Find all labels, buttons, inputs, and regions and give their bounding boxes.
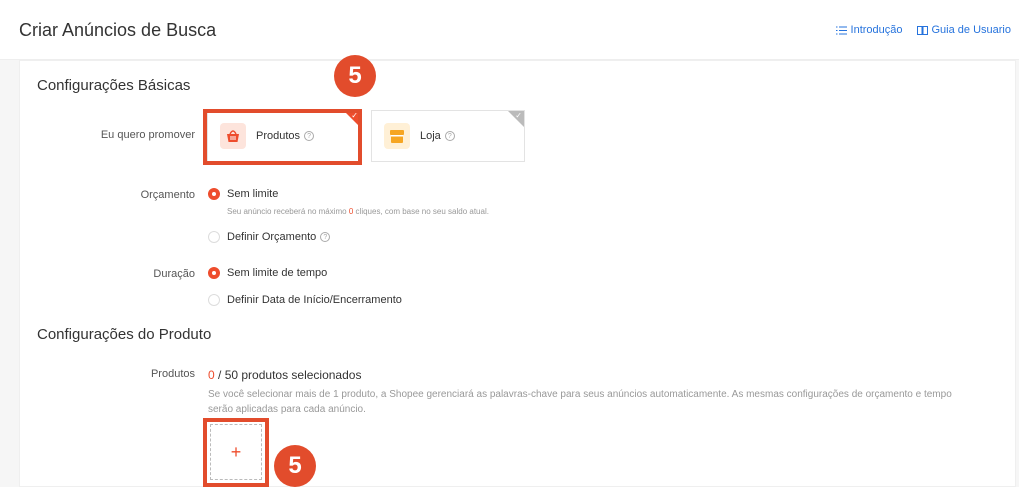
step-badge: 5 <box>274 445 316 487</box>
budget-hint-text: Seu anúncio receberá no máximo <box>227 207 349 216</box>
budget-define-radio[interactable]: Definir Orçamento ? <box>208 231 331 243</box>
product-settings-title: Configurações do Produto <box>37 326 212 343</box>
promote-option-shop[interactable]: Loja ? ✓ <box>371 110 525 162</box>
shop-option-label: Loja <box>420 130 441 142</box>
page-header: Criar Anúncios de Busca Introdução Guia … <box>0 0 1019 60</box>
budget-hint-text-end: cliques, com base no seu saldo atual. <box>353 207 489 216</box>
list-icon <box>835 26 847 34</box>
radio-unselected <box>208 231 220 243</box>
products-description: Se você selecionar mais de 1 produto, a … <box>208 389 952 415</box>
help-icon[interactable]: ? <box>444 131 455 141</box>
products-count-suffix: / 50 produtos selecionados <box>214 368 362 382</box>
basic-settings-title: Configurações Básicas <box>37 77 191 94</box>
budget-hint: Seu anúncio receberá no máximo 0 cliques… <box>227 207 489 216</box>
products-count-number: 0 <box>208 368 215 382</box>
help-icon[interactable]: ? <box>320 232 331 242</box>
check-icon: ✓ <box>515 111 522 120</box>
duration-define-label: Definir Data de Início/Encerramento <box>227 294 402 306</box>
step-badge: 5 <box>334 55 376 97</box>
page-title: Criar Anúncios de Busca <box>19 20 217 40</box>
radio-selected <box>208 267 220 279</box>
user-guide-link-label: Guia de Usuario <box>931 24 1012 36</box>
user-guide-link[interactable]: Guia de Usuario <box>916 24 1012 36</box>
budget-unlimited-label: Sem limite <box>227 188 279 200</box>
book-icon <box>916 25 928 35</box>
shop-icon <box>384 123 410 149</box>
radio-unselected <box>208 294 220 306</box>
promote-label: Eu quero promover <box>100 129 195 141</box>
intro-link[interactable]: Introdução <box>835 24 903 36</box>
duration-unlimited-label: Sem limite de tempo <box>227 267 328 279</box>
intro-link-label: Introdução <box>850 24 903 36</box>
radio-selected <box>208 188 220 200</box>
budget-label: Orçamento <box>140 189 195 201</box>
highlight-frame <box>203 109 362 165</box>
duration-label: Duração <box>153 268 195 280</box>
products-label: Produtos <box>150 368 195 380</box>
duration-unlimited-radio[interactable]: Sem limite de tempo <box>208 267 327 279</box>
header-links: Introdução Guia de Usuario <box>835 24 1012 36</box>
highlight-frame <box>203 418 269 487</box>
duration-define-radio[interactable]: Definir Data de Início/Encerramento <box>208 294 402 306</box>
budget-define-label: Definir Orçamento <box>227 231 317 243</box>
products-selected-count: 0 / 50 produtos selecionados <box>208 368 361 382</box>
budget-unlimited-radio[interactable]: Sem limite <box>208 188 278 200</box>
